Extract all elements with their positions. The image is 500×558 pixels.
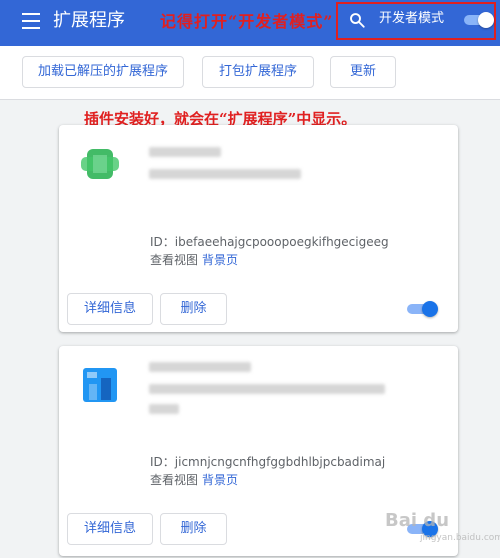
hamburger-menu-icon[interactable]: [22, 13, 40, 29]
views-label: 查看视图: [150, 253, 199, 267]
extension-name-blurred: [149, 362, 251, 372]
extension-views: 查看视图 背景页: [150, 251, 238, 268]
remove-button[interactable]: 删除: [160, 513, 227, 545]
remove-button[interactable]: 删除: [160, 293, 227, 325]
top-bar: 扩展程序 记得打开“开发者模式” 开发者模式: [0, 0, 500, 46]
update-button[interactable]: 更新: [330, 56, 396, 88]
views-label: 查看视图: [150, 473, 199, 487]
extension-icon: [83, 368, 117, 402]
watermark: Bai du: [385, 510, 450, 531]
extension-description-blurred: [149, 169, 301, 179]
extension-description-blurred: [149, 384, 385, 394]
extension-description-blurred: [149, 404, 179, 414]
background-page-link[interactable]: 背景页: [202, 473, 238, 487]
extension-card: ID：ibefaeehajgcpooopoegkifhgecigeeg 查看视图…: [59, 125, 458, 332]
pack-extension-button[interactable]: 打包扩展程序: [202, 56, 314, 88]
toolbar: 加载已解压的扩展程序 打包扩展程序 更新: [0, 46, 500, 100]
watermark-subtitle: jingyan.baidu.com: [420, 533, 500, 543]
search-icon[interactable]: [348, 11, 366, 29]
annotation-developer-mode: 记得打开“开发者模式”: [160, 12, 334, 31]
developer-mode-label: 开发者模式: [379, 11, 445, 26]
extension-views: 查看视图 背景页: [150, 471, 238, 488]
background-page-link[interactable]: 背景页: [202, 253, 238, 267]
extension-id: ID：jicmnjcngcnfhgfggbdhlbjpcbadimaj: [150, 455, 386, 469]
details-button[interactable]: 详细信息: [67, 513, 153, 545]
developer-mode-toggle[interactable]: [464, 12, 494, 28]
details-button[interactable]: 详细信息: [67, 293, 153, 325]
page-title: 扩展程序: [53, 10, 125, 31]
extension-enable-toggle[interactable]: [407, 300, 439, 318]
extension-name-blurred: [149, 147, 221, 157]
load-unpacked-button[interactable]: 加载已解压的扩展程序: [22, 56, 184, 88]
extension-icon: [81, 149, 119, 179]
extension-id: ID：ibefaeehajgcpooopoegkifhgecigeeg: [150, 235, 389, 249]
